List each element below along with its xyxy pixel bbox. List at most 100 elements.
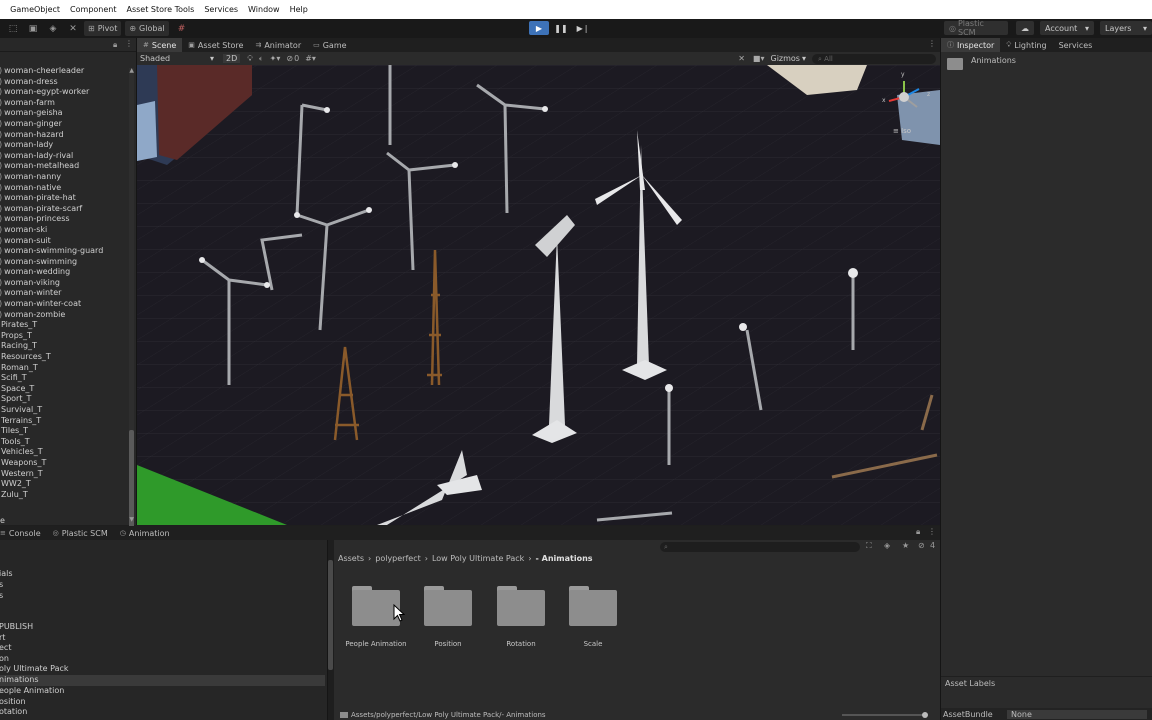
hierarchy-item[interactable]: )woman-winter bbox=[0, 288, 128, 299]
hierarchy-item[interactable]: )woman-ski bbox=[0, 225, 128, 236]
hierarchy-item[interactable]: )woman-lady bbox=[0, 140, 128, 151]
menu-item-component[interactable]: Component bbox=[70, 5, 116, 14]
project-tree-item[interactable]: ect bbox=[0, 643, 11, 654]
hierarchy-item[interactable]: Zulu_T bbox=[0, 490, 128, 501]
hierarchy-item[interactable]: Scifi_T bbox=[0, 373, 128, 384]
project-tree-item[interactable]: s bbox=[0, 591, 3, 602]
menu-item-services[interactable]: Services bbox=[204, 5, 238, 14]
tab-inspector[interactable]: ⓘ Inspector bbox=[941, 38, 1001, 52]
global-toggle[interactable]: ⊕ Global bbox=[125, 21, 169, 36]
hierarchy-item[interactable]: )woman-dress bbox=[0, 77, 128, 88]
hidden-objects-icon[interactable]: ⊘ bbox=[286, 54, 293, 63]
menu-item-gameobject[interactable]: GameObject bbox=[10, 5, 60, 14]
filter-label-icon[interactable]: ◈ bbox=[884, 541, 890, 550]
custom-tool-icon[interactable]: ✕ bbox=[66, 22, 80, 35]
project-tree-item[interactable]: eople Animation bbox=[0, 686, 64, 697]
hierarchy-item[interactable]: Western_T bbox=[0, 469, 128, 480]
shading-mode-dropdown[interactable]: Shaded ▾ bbox=[137, 53, 217, 65]
hierarchy-item[interactable]: Pirates_T bbox=[0, 320, 128, 331]
hierarchy-item[interactable]: )woman-swimming-guard bbox=[0, 246, 128, 257]
hierarchy-item[interactable]: )woman-geisha bbox=[0, 108, 128, 119]
transform-tool-icon[interactable]: ◈ bbox=[46, 22, 60, 35]
asset-bundle-dropdown[interactable]: None bbox=[1007, 709, 1147, 719]
project-tree-item[interactable]: otation bbox=[0, 707, 27, 718]
camera-icon[interactable]: ■▾ bbox=[753, 54, 765, 63]
hierarchy-item[interactable]: )woman-suit bbox=[0, 236, 128, 247]
hierarchy-item[interactable]: Racing_T bbox=[0, 341, 128, 352]
tab-lighting[interactable]: 💡︎ Lighting bbox=[1000, 38, 1052, 52]
tools-icon[interactable]: ✕ bbox=[738, 54, 745, 63]
pivot-toggle[interactable]: ⊞ Pivot bbox=[84, 21, 122, 36]
hierarchy-item[interactable]: )woman-winter-coat bbox=[0, 299, 128, 310]
cloud-button[interactable]: ☁ bbox=[1016, 21, 1034, 35]
hierarchy-item[interactable]: )woman-nanny bbox=[0, 172, 128, 183]
scene-search-input[interactable]: ⌕ All bbox=[812, 53, 936, 64]
effects-toggle-icon[interactable]: ✦▾ bbox=[270, 54, 281, 63]
kebab-menu-icon[interactable]: ⋮ bbox=[928, 39, 936, 48]
lock-icon[interactable]: 🔒︎ bbox=[113, 40, 117, 50]
hierarchy-item[interactable]: Tiles_T bbox=[0, 426, 128, 437]
hierarchy-item[interactable]: )woman-ginger bbox=[0, 119, 128, 130]
hierarchy-item[interactable]: )woman-native bbox=[0, 183, 128, 194]
gizmo-iso-label[interactable]: ≡ Iso bbox=[893, 127, 911, 135]
step-button[interactable]: ▶❘ bbox=[573, 21, 593, 35]
project-tree-item[interactable]: osition bbox=[0, 697, 26, 708]
project-tree-item[interactable]: PUBLISH bbox=[0, 622, 33, 633]
filter-type-icon[interactable]: ⛶ bbox=[866, 541, 872, 551]
2d-toggle[interactable]: 2D bbox=[223, 54, 241, 63]
pause-button[interactable]: ❚❚ bbox=[551, 21, 571, 35]
breadcrumb-low-poly[interactable]: Low Poly Ultimate Pack bbox=[432, 554, 524, 563]
audio-toggle-icon[interactable]: 🔈︎ bbox=[259, 54, 264, 64]
layers-dropdown[interactable]: Layers ▾ bbox=[1100, 21, 1152, 35]
hierarchy-item[interactable]: )woman-princess bbox=[0, 214, 128, 225]
project-tree-item[interactable]: s bbox=[0, 580, 3, 591]
scroll-up-arrow-icon[interactable]: ▲ bbox=[129, 67, 134, 74]
tab-animation[interactable]: ◷ Animation bbox=[114, 526, 176, 540]
tab-plastic-scm[interactable]: ◎ Plastic SCM bbox=[47, 526, 114, 540]
hierarchy-item[interactable]: WW2_T bbox=[0, 479, 128, 490]
hierarchy-item[interactable]: )woman-wedding bbox=[0, 267, 128, 278]
hierarchy-item[interactable]: Survival_T bbox=[0, 405, 128, 416]
gizmos-dropdown[interactable]: Gizmos ▾ bbox=[771, 54, 807, 63]
breadcrumb-polyperfect[interactable]: polyperfect bbox=[375, 554, 421, 563]
hierarchy-item[interactable]: Space_T bbox=[0, 384, 128, 395]
hierarchy-item[interactable]: )woman-hazard bbox=[0, 130, 128, 141]
hierarchy-item[interactable]: )woman-pirate-hat bbox=[0, 193, 128, 204]
menu-item-asset-store-tools[interactable]: Asset Store Tools bbox=[127, 5, 195, 14]
project-tree-item[interactable]: nimations bbox=[0, 675, 325, 686]
icon-size-slider-thumb[interactable] bbox=[922, 712, 928, 718]
tab-services[interactable]: Services bbox=[1053, 38, 1099, 52]
hierarchy-item[interactable]: )woman-zombie bbox=[0, 310, 128, 321]
project-tree-item[interactable]: rt bbox=[0, 633, 5, 644]
kebab-menu-icon[interactable]: ⋮ bbox=[928, 527, 936, 536]
lock-icon[interactable]: 🔒︎ bbox=[916, 527, 920, 537]
plastic-scm-button[interactable]: ◎ Plastic SCM bbox=[944, 19, 1008, 37]
project-tree-item[interactable]: ials bbox=[0, 569, 13, 580]
frame-tool-icon[interactable]: ▣ bbox=[26, 22, 40, 35]
hierarchy-item[interactable]: )woman-lady-rival bbox=[0, 151, 128, 162]
hierarchy-item[interactable]: Tools_T bbox=[0, 437, 128, 448]
hierarchy-item[interactable]: Props_T bbox=[0, 331, 128, 342]
kebab-menu-icon[interactable]: ⋮ bbox=[125, 39, 133, 48]
hidden-packages-icon[interactable]: ⊘ bbox=[918, 541, 925, 550]
breadcrumb-animations[interactable]: - Animations bbox=[536, 554, 593, 563]
lighting-toggle-icon[interactable]: 💡︎ bbox=[247, 54, 253, 64]
hierarchy-item[interactable]: Sport_T bbox=[0, 394, 128, 405]
tab-console[interactable]: ≡ Console bbox=[0, 526, 47, 540]
rect-tool-icon[interactable]: ⬚ bbox=[6, 22, 20, 35]
grid-toggle-icon[interactable]: #▾ bbox=[305, 54, 316, 63]
hierarchy-item[interactable]: )woman-egypt-worker bbox=[0, 87, 128, 98]
hierarchy-item[interactable]: )woman-farm bbox=[0, 98, 128, 109]
icon-size-slider[interactable] bbox=[842, 714, 926, 716]
hierarchy-item[interactable]: Vehicles_T bbox=[0, 447, 128, 458]
folder-rotation[interactable]: Rotation bbox=[485, 586, 557, 648]
hierarchy-item[interactable]: Resources_T bbox=[0, 352, 128, 363]
breadcrumb-assets[interactable]: Assets bbox=[338, 554, 364, 563]
tab-scene[interactable]: # Scene bbox=[137, 38, 183, 52]
hierarchy-item[interactable]: )woman-viking bbox=[0, 278, 128, 289]
hierarchy-item[interactable]: Roman_T bbox=[0, 363, 128, 374]
hierarchy-item[interactable]: Terrains_T bbox=[0, 416, 128, 427]
project-tree-item[interactable]: oly Ultimate Pack bbox=[0, 664, 69, 675]
hierarchy-item[interactable]: )woman-metalhead bbox=[0, 161, 128, 172]
project-search-input[interactable]: ⌕ bbox=[660, 542, 860, 552]
